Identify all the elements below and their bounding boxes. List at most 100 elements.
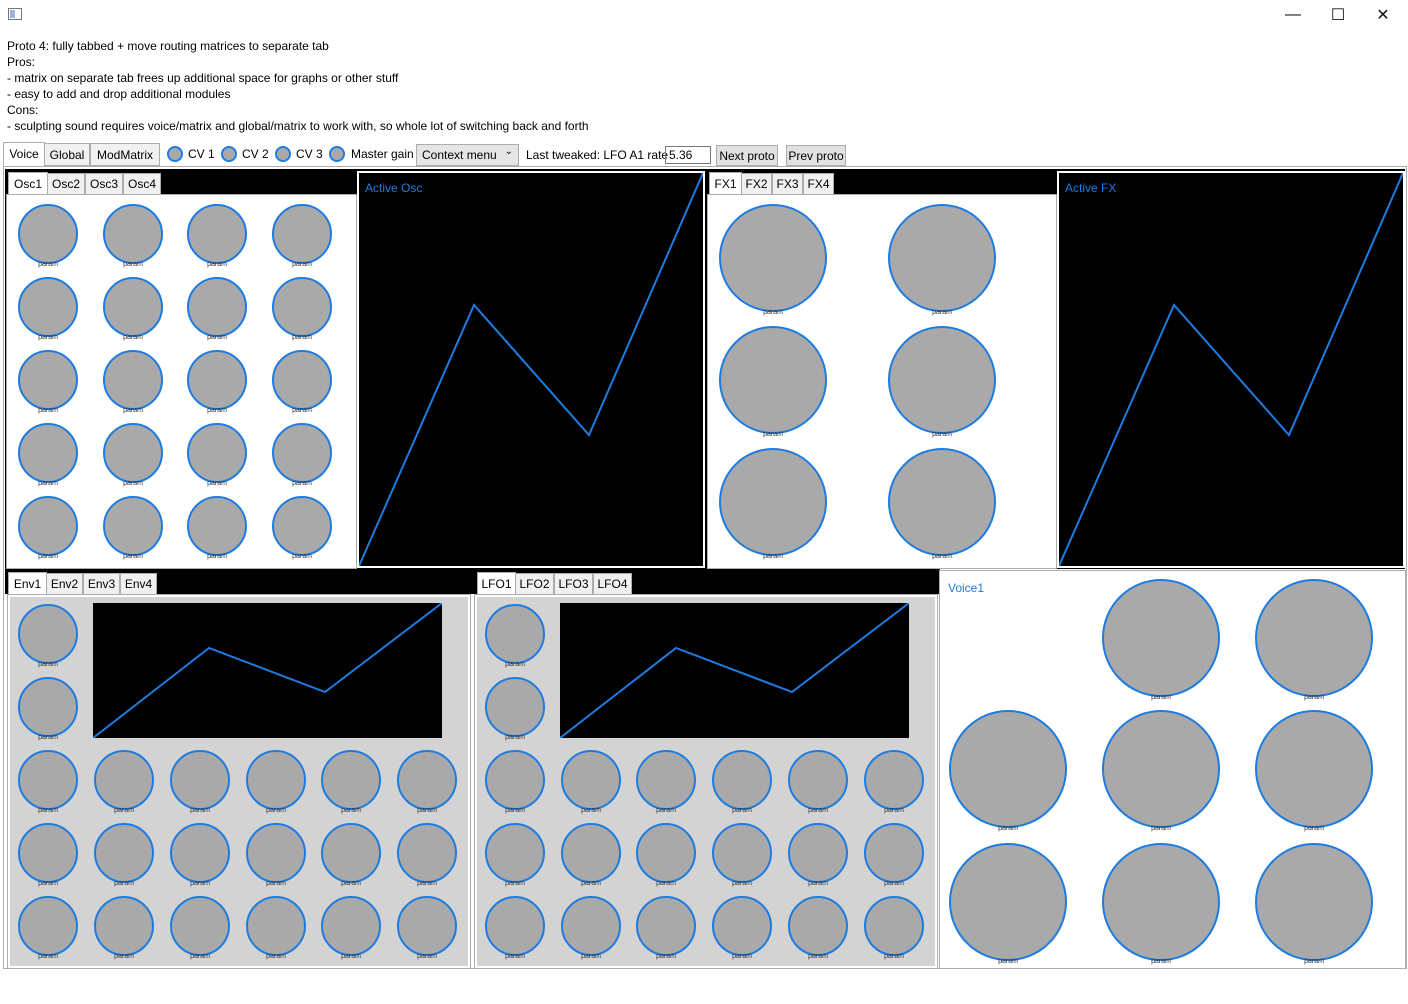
param-knob[interactable] <box>272 350 332 410</box>
tab-voice[interactable]: Voice <box>3 142 45 166</box>
context-menu-dropdown[interactable]: Context menu ⌄ <box>416 144 519 166</box>
cv2-knob[interactable] <box>221 146 237 162</box>
param-knob[interactable] <box>636 896 696 956</box>
maximize-button[interactable]: ☐ <box>1315 0 1361 30</box>
param-knob[interactable] <box>397 896 457 956</box>
next-proto-button[interactable]: Next proto <box>716 145 778 166</box>
param-knob[interactable] <box>888 204 996 312</box>
prev-proto-button[interactable]: Prev proto <box>786 145 846 166</box>
param-knob[interactable] <box>485 604 545 664</box>
minimize-button[interactable]: — <box>1270 0 1316 30</box>
master-gain-knob[interactable] <box>329 146 345 162</box>
param-knob[interactable] <box>949 710 1067 828</box>
param-knob[interactable] <box>187 423 247 483</box>
param-knob[interactable] <box>788 750 848 810</box>
param-knob[interactable] <box>170 896 230 956</box>
param-knob[interactable] <box>561 750 621 810</box>
param-knob[interactable] <box>485 896 545 956</box>
param-knob[interactable] <box>272 204 332 264</box>
param-knob[interactable] <box>18 604 78 664</box>
param-knob[interactable] <box>1102 710 1220 828</box>
param-knob[interactable] <box>246 750 306 810</box>
tab-lfo2[interactable]: LFO2 <box>515 573 554 595</box>
param-knob[interactable] <box>187 204 247 264</box>
param-knob[interactable] <box>18 677 78 737</box>
param-knob[interactable] <box>18 350 78 410</box>
tab-env3[interactable]: Env3 <box>83 573 120 595</box>
param-knob[interactable] <box>636 750 696 810</box>
param-knob[interactable] <box>1255 843 1373 961</box>
param-knob[interactable] <box>187 496 247 556</box>
param-knob[interactable] <box>561 896 621 956</box>
param-knob[interactable] <box>170 750 230 810</box>
tab-osc4[interactable]: Osc4 <box>123 173 161 195</box>
tab-env1[interactable]: Env1 <box>8 572 47 596</box>
param-knob[interactable] <box>485 750 545 810</box>
param-knob[interactable] <box>272 423 332 483</box>
param-knob[interactable] <box>712 823 772 883</box>
param-knob[interactable] <box>103 496 163 556</box>
tab-lfo1[interactable]: LFO1 <box>477 572 516 596</box>
param-knob[interactable] <box>888 448 996 556</box>
param-knob[interactable] <box>321 896 381 956</box>
param-knob[interactable] <box>712 750 772 810</box>
param-knob[interactable] <box>170 823 230 883</box>
tab-env2[interactable]: Env2 <box>46 573 83 595</box>
tab-fx2[interactable]: FX2 <box>741 173 772 195</box>
param-knob[interactable] <box>18 496 78 556</box>
param-knob[interactable] <box>246 823 306 883</box>
param-knob[interactable] <box>397 823 457 883</box>
cv3-knob[interactable] <box>275 146 291 162</box>
param-knob[interactable] <box>18 423 78 483</box>
param-knob[interactable] <box>18 750 78 810</box>
param-knob[interactable] <box>949 843 1067 961</box>
param-knob[interactable] <box>888 326 996 434</box>
param-knob[interactable] <box>94 750 154 810</box>
tab-fx4[interactable]: FX4 <box>803 173 834 195</box>
param-knob[interactable] <box>485 677 545 737</box>
param-knob[interactable] <box>103 423 163 483</box>
param-knob[interactable] <box>864 896 924 956</box>
param-knob[interactable] <box>636 823 696 883</box>
tab-env4[interactable]: Env4 <box>120 573 157 595</box>
param-knob[interactable] <box>321 823 381 883</box>
tab-global[interactable]: Global <box>44 143 90 166</box>
param-knob[interactable] <box>788 823 848 883</box>
param-knob[interactable] <box>397 750 457 810</box>
tab-osc2[interactable]: Osc2 <box>47 173 85 195</box>
param-knob[interactable] <box>94 823 154 883</box>
param-knob[interactable] <box>246 896 306 956</box>
param-knob[interactable] <box>1102 843 1220 961</box>
tab-fx1[interactable]: FX1 <box>709 172 742 196</box>
param-knob[interactable] <box>864 750 924 810</box>
param-knob[interactable] <box>272 277 332 337</box>
tab-lfo4[interactable]: LFO4 <box>593 573 632 595</box>
param-knob[interactable] <box>321 750 381 810</box>
param-knob[interactable] <box>1255 579 1373 697</box>
param-knob[interactable] <box>788 896 848 956</box>
param-knob[interactable] <box>18 204 78 264</box>
tab-fx3[interactable]: FX3 <box>772 173 803 195</box>
param-knob[interactable] <box>719 204 827 312</box>
param-knob[interactable] <box>18 896 78 956</box>
param-knob[interactable] <box>719 326 827 434</box>
tab-osc1[interactable]: Osc1 <box>8 172 48 196</box>
tab-osc3[interactable]: Osc3 <box>85 173 123 195</box>
param-knob[interactable] <box>712 896 772 956</box>
param-knob[interactable] <box>272 496 332 556</box>
param-knob[interactable] <box>187 350 247 410</box>
param-knob[interactable] <box>485 823 545 883</box>
param-knob[interactable] <box>94 896 154 956</box>
param-knob[interactable] <box>1102 579 1220 697</box>
param-knob[interactable] <box>1255 710 1373 828</box>
param-knob[interactable] <box>18 823 78 883</box>
param-knob[interactable] <box>18 277 78 337</box>
param-knob[interactable] <box>103 277 163 337</box>
param-knob[interactable] <box>561 823 621 883</box>
cv1-knob[interactable] <box>167 146 183 162</box>
tab-modmatrix[interactable]: ModMatrix <box>90 143 160 166</box>
param-knob[interactable] <box>719 448 827 556</box>
param-knob[interactable] <box>864 823 924 883</box>
param-knob[interactable] <box>187 277 247 337</box>
close-button[interactable]: ✕ <box>1360 0 1406 30</box>
